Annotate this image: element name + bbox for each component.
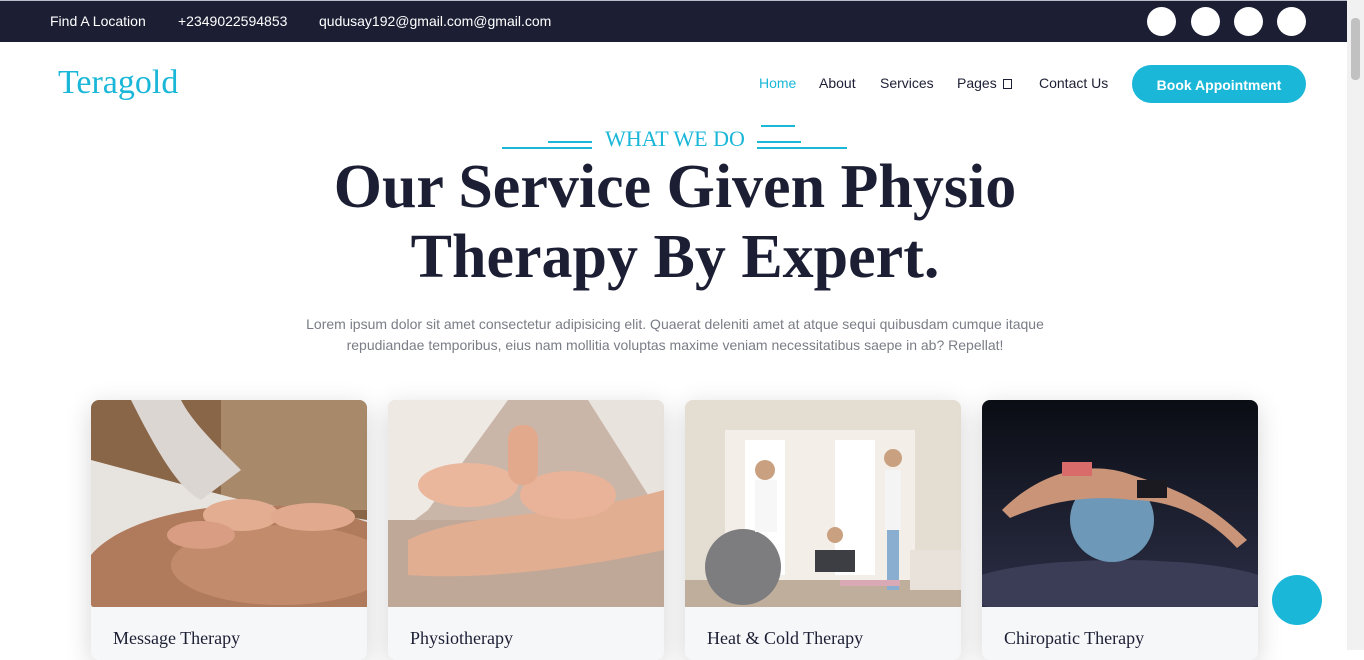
service-card-chiropatic-therapy[interactable]: Chiropatic Therapy — [982, 400, 1258, 660]
phone-link[interactable]: +2349022594853 — [178, 13, 287, 29]
nav-contact[interactable]: Contact Us — [1039, 75, 1108, 91]
facebook-icon[interactable] — [1147, 7, 1176, 36]
service-card-heat-cold-therapy[interactable]: Heat & Cold Therapy — [685, 400, 961, 660]
section-headline: Our Service Given Physio Therapy By Expe… — [333, 153, 1017, 291]
nav-home[interactable]: Home — [759, 75, 796, 91]
site-logo[interactable]: Teragold — [58, 64, 178, 102]
instagram-icon[interactable] — [1234, 7, 1263, 36]
nav-pages-label: Pages — [957, 75, 997, 91]
leg-massage-photo — [388, 400, 664, 607]
nav-about[interactable]: About — [819, 75, 856, 91]
nav-pages[interactable]: Pages — [957, 75, 1012, 91]
eyebrow-line-right-long — [757, 147, 847, 149]
scrollbar-track[interactable] — [1347, 0, 1364, 650]
women-exercise-ball-photo — [685, 400, 961, 607]
linkedin-icon[interactable] — [1277, 7, 1306, 36]
service-card-title: Message Therapy — [113, 628, 241, 648]
section-intro: Lorem ipsum dolor sit amet consectetur a… — [306, 316, 1044, 353]
service-card-physiotherapy[interactable]: Physiotherapy — [388, 400, 664, 660]
service-card-title: Physiotherapy — [410, 628, 513, 648]
section-eyebrow: WHAT WE DO — [605, 126, 745, 151]
service-card-message-therapy[interactable]: Message Therapy — [91, 400, 367, 660]
scrollbar-thumb[interactable] — [1351, 18, 1360, 80]
chevron-down-icon — [1002, 79, 1012, 89]
twitter-icon[interactable] — [1191, 7, 1220, 36]
location-link[interactable]: Find A Location — [50, 13, 146, 29]
back-massage-photo — [91, 400, 367, 607]
book-appointment-button[interactable]: Book Appointment — [1132, 65, 1306, 103]
stretch-on-ball-photo — [982, 400, 1258, 607]
eyebrow-line-right-top — [761, 125, 795, 127]
top-bar: Find A Location +2349022594853 qudusay19… — [0, 0, 1364, 42]
service-card-title: Heat & Cold Therapy — [707, 628, 864, 648]
nav-services[interactable]: Services — [880, 75, 934, 91]
service-card-title: Chiropatic Therapy — [1004, 628, 1145, 648]
chat-icon[interactable] — [1272, 575, 1322, 625]
email-link[interactable]: qudusay192@gmail.com@gmail.com — [319, 13, 551, 29]
eyebrow-line-right-short — [757, 141, 801, 143]
